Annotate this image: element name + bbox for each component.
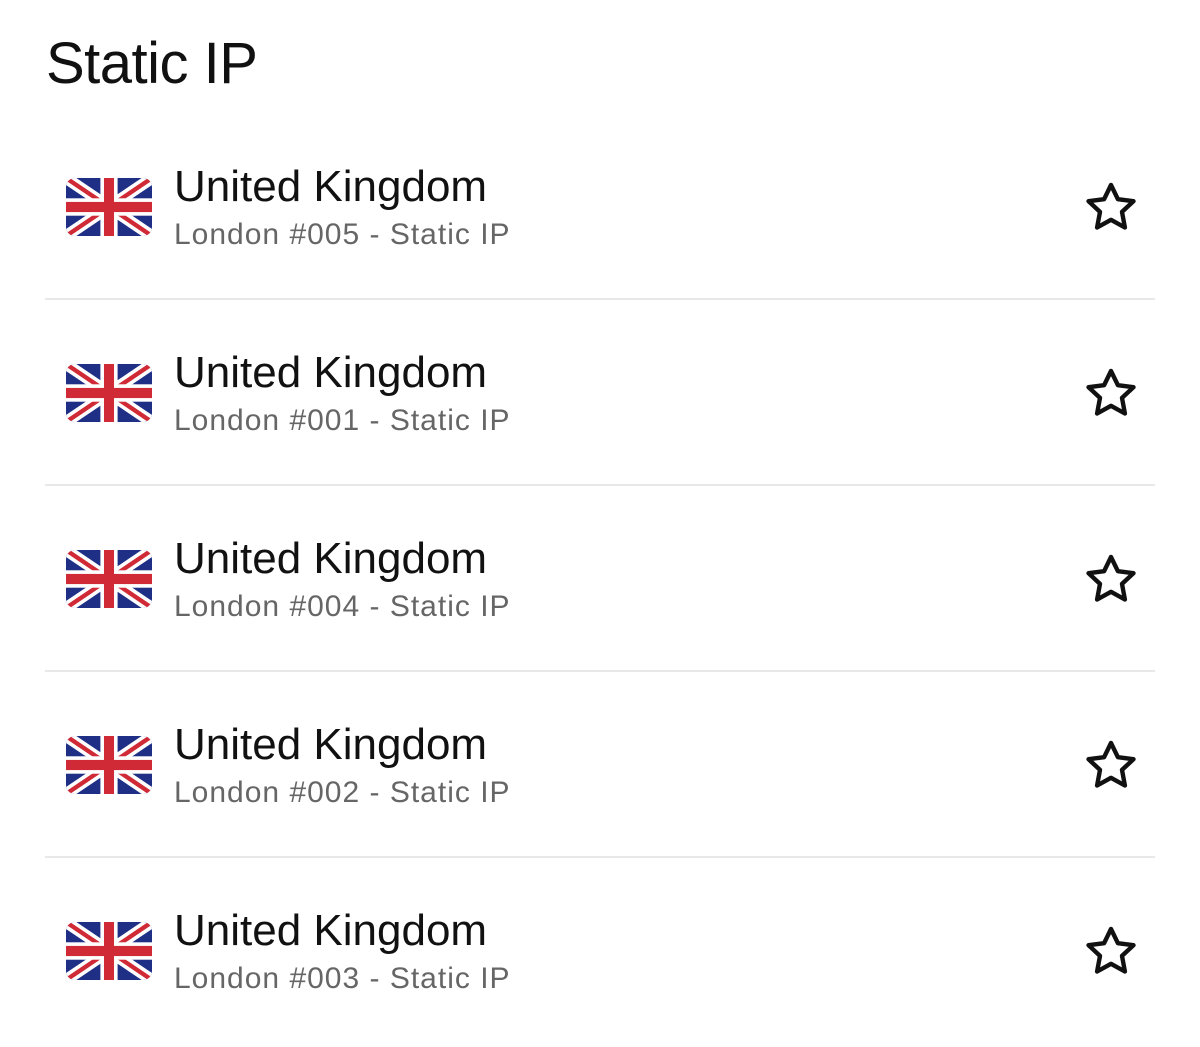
uk-flag-icon xyxy=(66,550,152,608)
favorite-button[interactable] xyxy=(1078,919,1144,985)
server-text: United Kingdom London #001 - Static IP xyxy=(174,346,511,440)
uk-flag-icon xyxy=(66,178,152,236)
server-row[interactable]: United Kingdom London #004 - Static IP xyxy=(45,486,1155,672)
server-row[interactable]: United Kingdom London #001 - Static IP xyxy=(45,300,1155,486)
server-detail: London #003 - Static IP xyxy=(174,962,511,995)
uk-flag-icon xyxy=(66,922,152,980)
server-text: United Kingdom London #003 - Static IP xyxy=(174,904,511,998)
server-detail: London #002 - Static IP xyxy=(174,776,511,809)
section-title: Static IP xyxy=(46,31,258,96)
server-list: United Kingdom London #005 - Static IP U… xyxy=(45,114,1155,1044)
server-row[interactable]: United Kingdom London #003 - Static IP xyxy=(45,858,1155,1044)
country-name: United Kingdom xyxy=(174,720,488,769)
star-outline-icon xyxy=(1083,552,1139,608)
favorite-button[interactable] xyxy=(1078,547,1144,613)
star-outline-icon xyxy=(1083,366,1139,422)
server-detail: London #005 - Static IP xyxy=(174,218,511,251)
star-outline-icon xyxy=(1083,180,1139,236)
country-name: United Kingdom xyxy=(174,906,488,955)
country-name: United Kingdom xyxy=(174,534,488,583)
static-ip-page: Static IP United Kingdom London #005 - S… xyxy=(0,0,1200,1047)
server-text: United Kingdom London #002 - Static IP xyxy=(174,718,511,812)
server-row[interactable]: United Kingdom London #005 - Static IP xyxy=(45,114,1155,300)
favorite-button[interactable] xyxy=(1078,175,1144,241)
country-name: United Kingdom xyxy=(174,348,488,397)
server-text: United Kingdom London #004 - Static IP xyxy=(174,532,511,626)
server-row[interactable]: United Kingdom London #002 - Static IP xyxy=(45,672,1155,858)
star-outline-icon xyxy=(1083,738,1139,794)
server-detail: London #001 - Static IP xyxy=(174,404,511,437)
star-outline-icon xyxy=(1083,924,1139,980)
uk-flag-icon xyxy=(66,736,152,794)
server-text: United Kingdom London #005 - Static IP xyxy=(174,160,511,254)
uk-flag-icon xyxy=(66,364,152,422)
favorite-button[interactable] xyxy=(1078,733,1144,799)
server-detail: London #004 - Static IP xyxy=(174,590,511,623)
country-name: United Kingdom xyxy=(174,162,488,211)
favorite-button[interactable] xyxy=(1078,361,1144,427)
